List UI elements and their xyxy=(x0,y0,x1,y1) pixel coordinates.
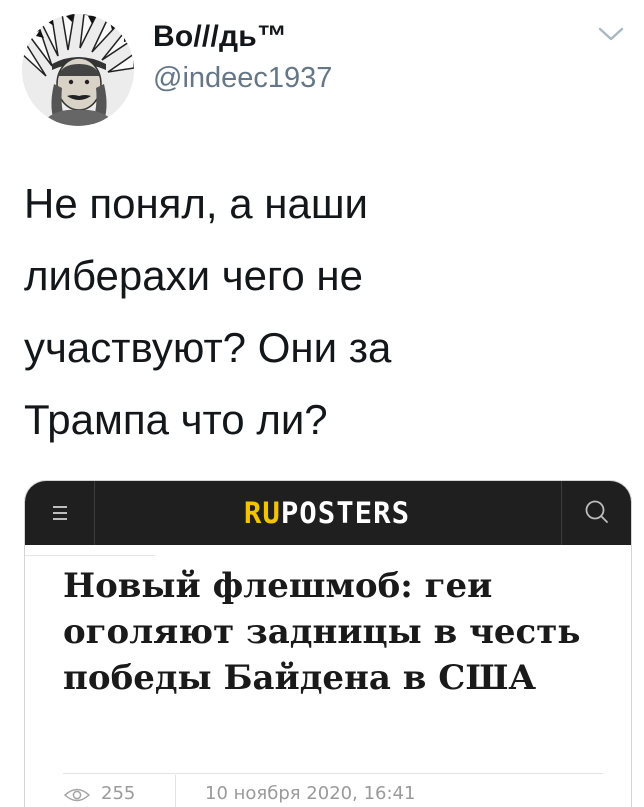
svg-text:RUPOSTERS: RUPOSTERS xyxy=(244,497,410,529)
view-count: 255 xyxy=(101,783,136,804)
search-icon-glyph xyxy=(585,500,608,523)
display-name[interactable]: Bo///дь™ xyxy=(153,20,287,54)
avatar-portrait-image xyxy=(22,14,134,126)
site-logo[interactable]: RUPOSTERS xyxy=(211,497,443,529)
tweet-screenshot: Bo///дь™ @indeec1937 Не понял, а наши ли… xyxy=(0,0,644,807)
tweet-text: Не понял, а наши либерахи чего не участв… xyxy=(24,180,392,443)
avatar[interactable] xyxy=(22,14,134,126)
eye-icon xyxy=(63,788,91,802)
site-header: RUPOSTERS xyxy=(25,481,631,545)
divider xyxy=(25,545,155,556)
publish-date: 10 ноября 2020, 16:41 xyxy=(205,783,416,804)
chevron-down-icon[interactable] xyxy=(594,24,628,46)
user-handle[interactable]: @indeec1937 xyxy=(153,62,332,95)
divider xyxy=(63,773,603,774)
article-headline[interactable]: Новый флешмоб: геи оголяют задницы в чес… xyxy=(63,563,603,701)
divider xyxy=(175,775,176,807)
hamburger-menu-icon[interactable] xyxy=(25,481,95,545)
embedded-article-screenshot[interactable]: RUPOSTERS Новый флешмоб: геи оголяют зад… xyxy=(24,480,632,807)
search-icon[interactable] xyxy=(561,481,631,545)
